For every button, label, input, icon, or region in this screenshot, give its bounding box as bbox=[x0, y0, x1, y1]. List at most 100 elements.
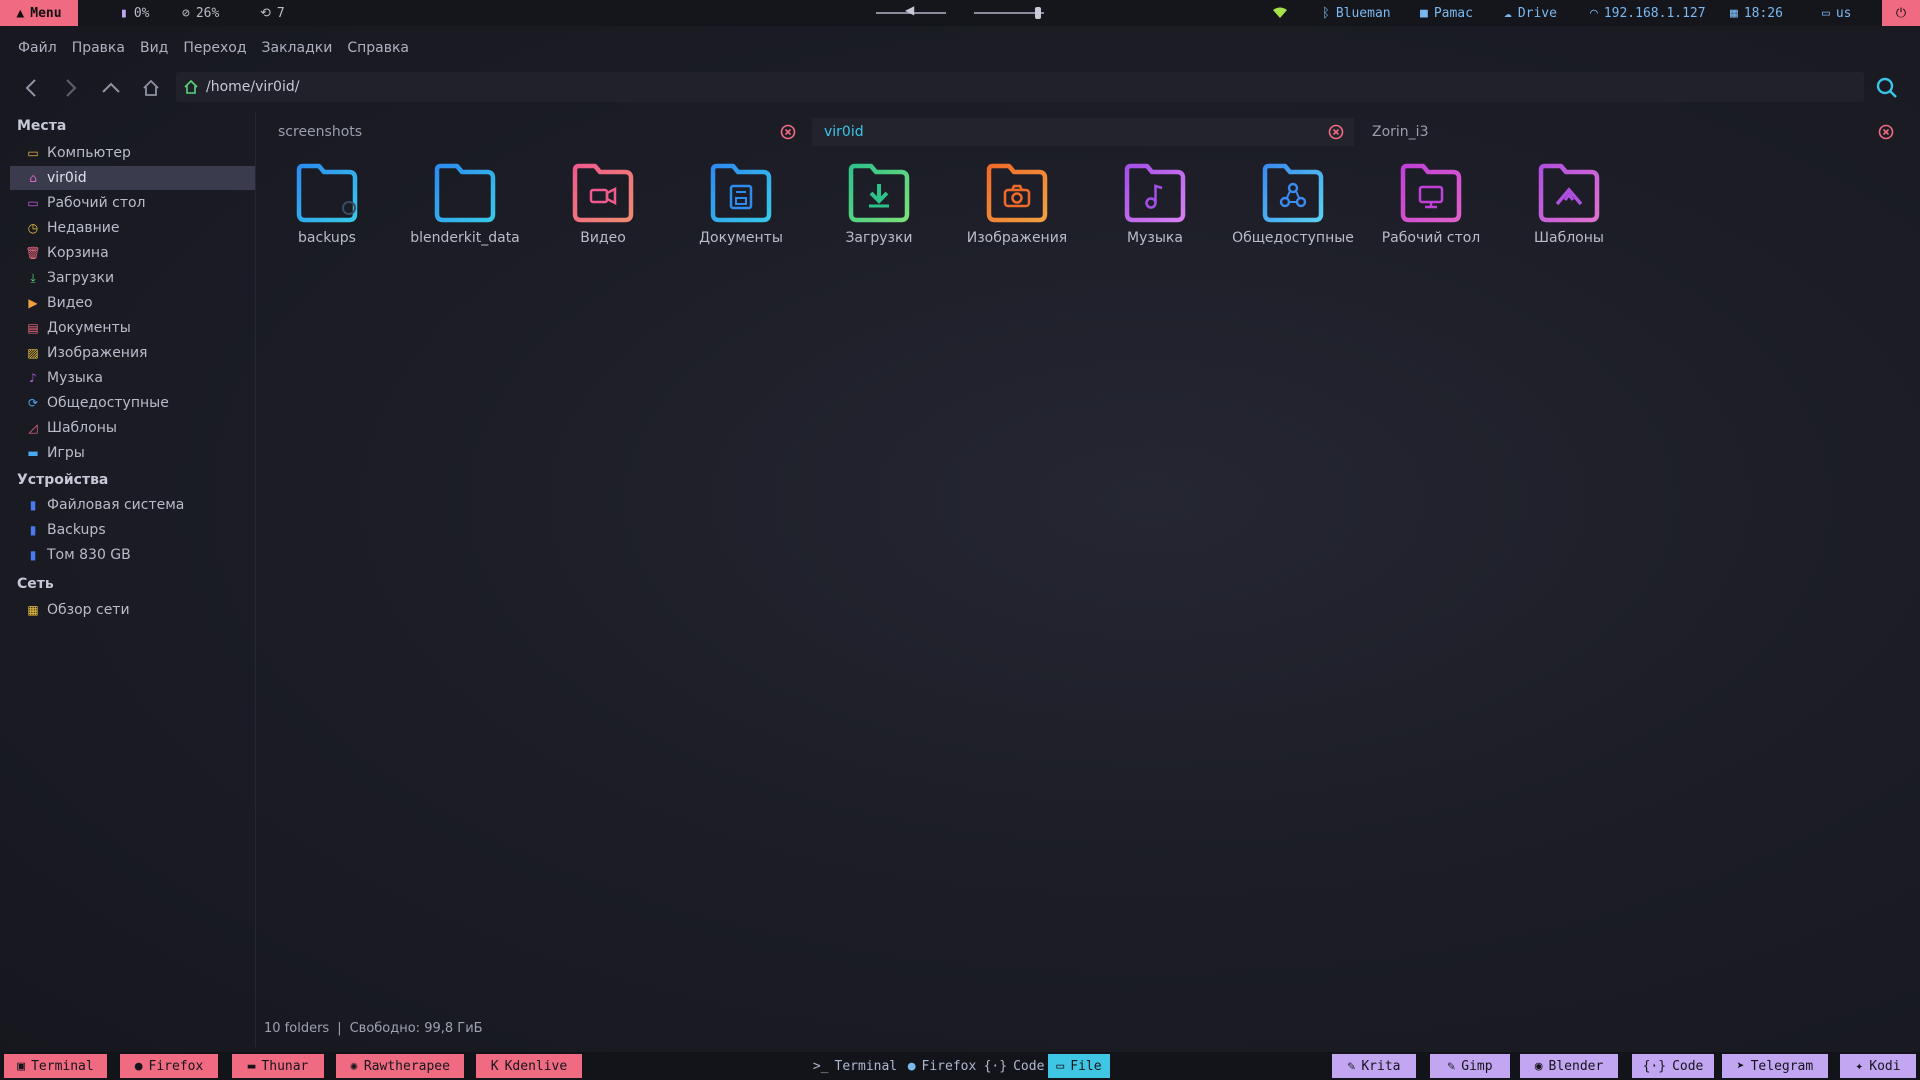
launcher-firefox[interactable]: ● Firefox bbox=[120, 1054, 218, 1078]
sidebar-item-label: Изображения bbox=[47, 345, 148, 361]
sidebar-item-label: Корзина bbox=[47, 245, 109, 261]
folder-label: backups bbox=[298, 230, 356, 246]
bluetooth-widget[interactable]: ᛒ Blueman bbox=[1322, 0, 1391, 26]
clock-widget[interactable]: ▦ 18:26 bbox=[1730, 0, 1783, 26]
menu-view[interactable]: Вид bbox=[130, 40, 173, 64]
location-path[interactable]: /home/vir0id/ bbox=[206, 79, 299, 95]
sidebar-item[interactable]: ▮ Том 830 GB bbox=[10, 543, 255, 567]
folder-item[interactable]: Загрузки bbox=[810, 160, 948, 246]
folder-item[interactable]: Общедоступные bbox=[1224, 160, 1362, 246]
menu-edit[interactable]: Правка bbox=[62, 40, 130, 64]
workspace-code[interactable]: {·} Code bbox=[984, 1054, 1045, 1078]
menu-help[interactable]: Справка bbox=[337, 40, 414, 64]
sidebar-item[interactable]: ⟳ Общедоступные bbox=[10, 391, 255, 415]
sidebar-item[interactable]: ◿ Шаблоны bbox=[10, 416, 255, 440]
launcher-label: Thunar bbox=[261, 1058, 309, 1074]
network-widget[interactable]: ◠ 192.168.1.127 bbox=[1590, 0, 1706, 26]
cpu-widget[interactable]: ⊘ 26% bbox=[182, 0, 219, 26]
power-button[interactable]: ⏻ bbox=[1882, 0, 1920, 26]
memory-widget[interactable]: ▮ 0% bbox=[120, 0, 149, 26]
keyboard-icon: ▭ bbox=[1822, 5, 1830, 21]
drive-widget[interactable]: ☁ Drive bbox=[1504, 0, 1557, 26]
sidebar: Места ▭ Компьютер ⌂ vir0id ▭ Рабочий стол ◷ Нед… bbox=[0, 112, 255, 1047]
sidebar-item[interactable]: ⌂ vir0id bbox=[10, 166, 255, 190]
launcher-gimp[interactable]: ✎ Gimp bbox=[1430, 1054, 1510, 1078]
launcher-terminal[interactable]: ▣ Terminal bbox=[4, 1054, 107, 1078]
search-button[interactable] bbox=[1872, 74, 1902, 102]
sidebar-item[interactable]: ♪ Музыка bbox=[10, 366, 255, 390]
sidebar-item[interactable]: ▬ Игры bbox=[10, 441, 255, 465]
menu-file[interactable]: Файл bbox=[8, 40, 62, 64]
sidebar-item[interactable]: ▭ Рабочий стол bbox=[10, 191, 255, 215]
home-button[interactable] bbox=[138, 76, 164, 100]
sidebar-item[interactable]: ▮ Файловая система bbox=[10, 493, 255, 517]
folder-icon: ▬ bbox=[247, 1058, 256, 1074]
sidebar-item[interactable]: ▤ Документы bbox=[10, 316, 255, 340]
launcher-telegram[interactable]: ➤ Telegram bbox=[1722, 1054, 1828, 1078]
folder-item[interactable]: Документы bbox=[672, 160, 810, 246]
folder-item[interactable]: backups bbox=[258, 160, 396, 246]
location-bar[interactable]: /home/vir0id/ bbox=[176, 72, 1864, 102]
launcher-code[interactable]: {·} Code bbox=[1632, 1054, 1714, 1078]
launcher-krita[interactable]: ✎ Krita bbox=[1332, 1054, 1416, 1078]
menu-button[interactable]: ▲ Menu bbox=[0, 0, 78, 26]
sidebar-item[interactable]: ▶ Видео bbox=[10, 291, 255, 315]
close-tab-icon[interactable] bbox=[780, 124, 796, 140]
pamac-widget[interactable]: ■ Pamac bbox=[1420, 0, 1473, 26]
tab-vir0id[interactable]: vir0id bbox=[812, 118, 1354, 146]
launcher-label: Krita bbox=[1361, 1058, 1401, 1074]
calendar-icon: ▦ bbox=[1730, 5, 1738, 21]
menu-bookmarks[interactable]: Закладки bbox=[252, 40, 338, 64]
folder-item[interactable]: Рабочий стол bbox=[1362, 160, 1500, 246]
folder-item[interactable]: Видео bbox=[534, 160, 672, 246]
brightness-knob bbox=[1035, 7, 1042, 19]
tab-label: Zorin_i3 bbox=[1372, 124, 1429, 140]
download-icon: ⤓ bbox=[30, 270, 36, 285]
folder-item[interactable]: Музыка bbox=[1086, 160, 1224, 246]
updates-widget[interactable]: ⟲ 7 bbox=[260, 0, 285, 26]
close-tab-icon[interactable] bbox=[1878, 124, 1894, 140]
close-tab-icon[interactable] bbox=[1328, 124, 1344, 140]
folder-item[interactable]: Изображения bbox=[948, 160, 1086, 246]
package-icon: ■ bbox=[1420, 5, 1428, 21]
sidebar-item-label: Backups bbox=[47, 522, 106, 538]
menu-go[interactable]: Переход bbox=[173, 40, 251, 64]
back-button[interactable] bbox=[18, 76, 44, 100]
launcher-label: Code bbox=[1672, 1058, 1704, 1074]
launcher-label: Firefox bbox=[148, 1058, 204, 1074]
sidebar-divider bbox=[255, 112, 256, 1047]
up-button[interactable] bbox=[98, 76, 124, 100]
tab-screenshots[interactable]: screenshots bbox=[266, 118, 806, 146]
launcher-kdenlive[interactable]: K Kdenlive bbox=[476, 1054, 582, 1078]
home-icon: ⌂ bbox=[29, 171, 37, 185]
tab-zorin-i3[interactable]: Zorin_i3 bbox=[1360, 118, 1904, 146]
sidebar-item[interactable]: ⤓ Загрузки bbox=[10, 266, 255, 290]
sidebar-item[interactable]: ◷ Недавние bbox=[10, 216, 255, 240]
launcher-kodi[interactable]: ✦ Kodi bbox=[1840, 1054, 1916, 1078]
forward-button[interactable] bbox=[58, 76, 84, 100]
folder-item[interactable]: blenderkit_data bbox=[396, 160, 534, 246]
launcher-rawtherapee[interactable]: ✺ Rawtherapee bbox=[336, 1054, 464, 1078]
folder-item[interactable]: Шаблоны bbox=[1500, 160, 1638, 246]
launcher-blender[interactable]: ◉ Blender bbox=[1520, 1054, 1618, 1078]
workspace-firefox[interactable]: ● Firefox bbox=[904, 1054, 980, 1078]
sidebar-item-label: Компьютер bbox=[47, 145, 131, 161]
sidebar-item[interactable]: ▨ Изображения bbox=[10, 341, 255, 365]
sidebar-item-label: Файловая система bbox=[47, 497, 185, 513]
launcher-thunar[interactable]: ▬ Thunar bbox=[232, 1054, 324, 1078]
kdenlive-icon: K bbox=[490, 1058, 499, 1074]
menu-label: Menu bbox=[30, 5, 62, 21]
workspace-terminal[interactable]: >_ Terminal bbox=[812, 1054, 898, 1078]
sidebar-item[interactable]: ▦ Обзор сети bbox=[10, 598, 255, 622]
sidebar-item[interactable]: ▮ Backups bbox=[10, 518, 255, 542]
sidebar-item[interactable]: 🗑 Корзина bbox=[10, 241, 255, 265]
brightness-slider[interactable] bbox=[974, 7, 1044, 19]
firefox-icon: ● bbox=[134, 1058, 143, 1074]
cpu-icon: ⊘ bbox=[182, 5, 190, 21]
clock-icon: ◷ bbox=[27, 221, 39, 235]
keyboard-layout-widget[interactable]: ▭ us bbox=[1822, 0, 1851, 26]
sidebar-item[interactable]: ▭ Компьютер bbox=[10, 141, 255, 165]
workspace-file[interactable]: ▭ File bbox=[1048, 1054, 1110, 1078]
volume-slider[interactable]: ◀ bbox=[876, 3, 946, 17]
up-icon bbox=[102, 82, 120, 93]
